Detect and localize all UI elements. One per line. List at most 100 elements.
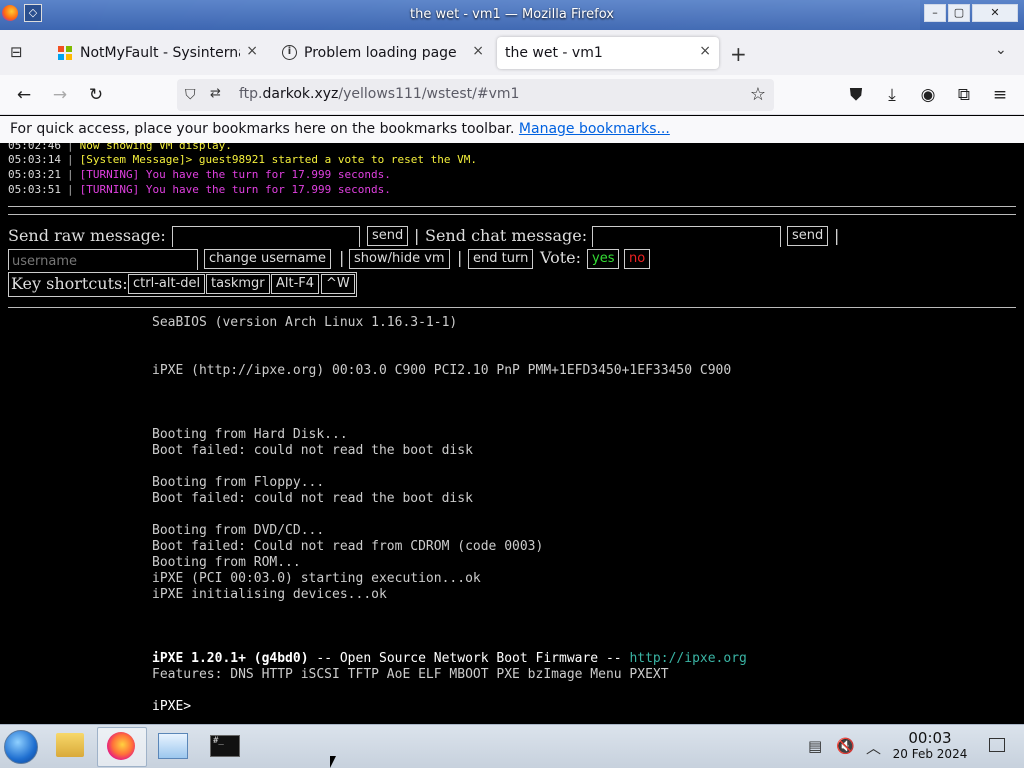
- chat-message-input[interactable]: [592, 226, 781, 248]
- ctrl-w-button[interactable]: ^W: [321, 274, 355, 294]
- pocket-icon[interactable]: ⛊: [844, 83, 868, 107]
- start-button[interactable]: [4, 730, 38, 764]
- url-domain: darkok.xyz: [262, 86, 339, 102]
- tab-close-icon[interactable]: ×: [246, 43, 258, 59]
- clock[interactable]: 00:03 20 Feb 2024: [890, 729, 970, 761]
- menu-icon[interactable]: ≡: [988, 83, 1012, 107]
- chat-message-field[interactable]: [593, 229, 780, 248]
- console-line: Boot failed: could not read the boot dis…: [152, 491, 473, 506]
- tab-close-icon[interactable]: ×: [699, 43, 711, 59]
- minimize-button[interactable]: –: [924, 4, 946, 22]
- divider: [8, 214, 1016, 215]
- tab-problem-loading[interactable]: i Problem loading page ×: [270, 37, 492, 69]
- ipxe-link: http://ipxe.org: [629, 651, 747, 666]
- tab-close-icon[interactable]: ×: [472, 43, 484, 59]
- alt-f4-button[interactable]: Alt-F4: [271, 274, 320, 294]
- shield-icon[interactable]: ⛉: [185, 87, 196, 103]
- console-line: iPXE (PCI 00:03.0) starting execution...…: [152, 571, 481, 586]
- show-desktop-icon[interactable]: [989, 738, 1005, 752]
- back-button[interactable]: ←: [12, 83, 36, 107]
- title-bar: ◇ the wet - vm1 — Mozilla Firefox – ▢ ✕: [0, 0, 1024, 30]
- raw-message-field[interactable]: [173, 229, 359, 248]
- tab-label: NotMyFault - Sysinternals: [80, 45, 240, 61]
- chat-text: [TURNING] You have the turn for 17.999 s…: [79, 183, 391, 196]
- volume-muted-icon[interactable]: 🔇: [836, 737, 855, 755]
- chat-text: [TURNING] You have the turn for 17.999 s…: [79, 168, 391, 181]
- ipxe-version: iPXE 1.20.1+ (g4bd0): [152, 651, 309, 666]
- tab-notmyfault[interactable]: NotMyFault - Sysinternals ×: [46, 37, 266, 69]
- username-field[interactable]: [9, 252, 197, 271]
- bookmarks-toolbar: For quick access, place your bookmarks h…: [0, 116, 1024, 143]
- page-content: 05:02:46 | Now showing VM display. 05:03:1…: [0, 143, 1024, 724]
- tab-label: the wet - vm1: [505, 45, 603, 61]
- vote-no-button[interactable]: no: [624, 249, 651, 269]
- separator: |: [457, 248, 463, 267]
- send-raw-button[interactable]: send: [367, 226, 409, 246]
- chat-time: 05:02:46: [8, 143, 61, 152]
- url-text[interactable]: ftp.darkok.xyz/yellows111/wstest/#vm1: [239, 86, 519, 102]
- chevron-up-icon[interactable]: ︿: [866, 737, 881, 758]
- chat-time: 05:03:21: [8, 168, 61, 181]
- extensions-icon[interactable]: ⧉: [952, 83, 976, 107]
- console-line: Booting from ROM...: [152, 555, 301, 570]
- bookmarks-hint-text: For quick access, place your bookmarks h…: [10, 121, 515, 137]
- separator: |: [414, 226, 420, 245]
- chat-text: Now showing VM display.: [79, 143, 232, 152]
- bookmarks-hint: For quick access, place your bookmarks h…: [10, 121, 670, 137]
- url-path: /yellows111/wstest/#vm1: [338, 86, 520, 102]
- clipboard-icon[interactable]: ▤: [808, 737, 822, 755]
- ipxe-banner-text: -- Open Source Network Boot Firmware --: [308, 651, 630, 666]
- send-chat-button[interactable]: send: [787, 226, 829, 246]
- chevron-down-icon[interactable]: ⌄: [995, 42, 1007, 58]
- separator: |: [834, 226, 840, 245]
- microsoft-logo-icon: [58, 46, 72, 60]
- bookmark-star-icon[interactable]: ☆: [750, 84, 766, 105]
- username-input[interactable]: [8, 249, 198, 271]
- forward-button[interactable]: →: [48, 83, 72, 107]
- end-turn-button[interactable]: end turn: [468, 249, 534, 269]
- url-bar[interactable]: ⛉ ⇄ ftp.darkok.xyz/yellows111/wstest/#vm…: [177, 79, 774, 111]
- clock-date: 20 Feb 2024: [892, 747, 968, 761]
- manage-bookmarks-link[interactable]: Manage bookmarks...: [519, 121, 670, 137]
- console-line: Boot failed: could not read the boot dis…: [152, 443, 473, 458]
- vote-yes-button[interactable]: yes: [587, 249, 620, 269]
- console-line: Booting from Hard Disk...: [152, 427, 348, 442]
- taskmgr-button[interactable]: taskmgr: [206, 274, 270, 294]
- vm-display[interactable]: SeaBIOS (version Arch Linux 1.16.3-1-1) …: [152, 315, 972, 715]
- change-username-button[interactable]: change username: [204, 249, 331, 269]
- connection-icon[interactable]: ⇄: [210, 86, 221, 101]
- console-line: Features: DNS HTTP iSCSI TFTP AoE ELF MB…: [152, 667, 669, 682]
- divider: [8, 206, 1016, 207]
- control-panel-icon: [158, 733, 188, 759]
- divider: [8, 307, 1016, 308]
- tab-label: Problem loading page: [304, 45, 457, 61]
- console-line: iPXE (http://ipxe.org) 00:03.0 C900 PCI2…: [152, 363, 732, 378]
- close-button[interactable]: ✕: [972, 4, 1018, 22]
- info-icon: i: [282, 45, 297, 60]
- new-tab-button[interactable]: +: [730, 42, 747, 66]
- raw-message-input[interactable]: [172, 226, 360, 248]
- taskbar: #_ ▤ 🔇 ︿ 00:03 20 Feb 2024: [0, 724, 1024, 768]
- console-line: Boot failed: Could not read from CDROM (…: [152, 539, 544, 554]
- terminal-icon: #_: [210, 735, 240, 757]
- mouse-cursor-icon: [330, 756, 342, 768]
- ctrl-alt-del-button[interactable]: ctrl-alt-del: [128, 274, 206, 294]
- maximize-button[interactable]: ▢: [948, 4, 970, 22]
- reload-button[interactable]: ↻: [84, 83, 108, 107]
- chat-log[interactable]: 05:02:46 | Now showing VM display. 05:03:1…: [8, 143, 1016, 203]
- tab-strip: ⊟ NotMyFault - Sysinternals × i Problem …: [0, 30, 1024, 75]
- tab-the-wet-vm1[interactable]: the wet - vm1 ×: [497, 37, 719, 69]
- firefox-icon: [107, 732, 135, 760]
- show-hide-vm-button[interactable]: show/hide vm: [349, 249, 450, 269]
- account-icon[interactable]: ◉: [916, 83, 940, 107]
- window-title: the wet - vm1 — Mozilla Firefox: [410, 7, 614, 22]
- list-all-tabs-icon[interactable]: ⊟: [10, 43, 30, 63]
- send-raw-label: Send raw message:: [8, 226, 166, 245]
- chat-time: 05:03:51: [8, 183, 61, 196]
- chat-line: 05:03:21 | [TURNING] You have the turn for…: [8, 168, 391, 181]
- chat-line: 05:02:46 | Now showing VM display.: [8, 143, 232, 152]
- console-line: Booting from DVD/CD...: [152, 523, 325, 538]
- ipxe-prompt: iPXE>: [152, 699, 192, 714]
- folder-icon: [56, 733, 84, 757]
- download-icon[interactable]: ⤓: [880, 83, 904, 107]
